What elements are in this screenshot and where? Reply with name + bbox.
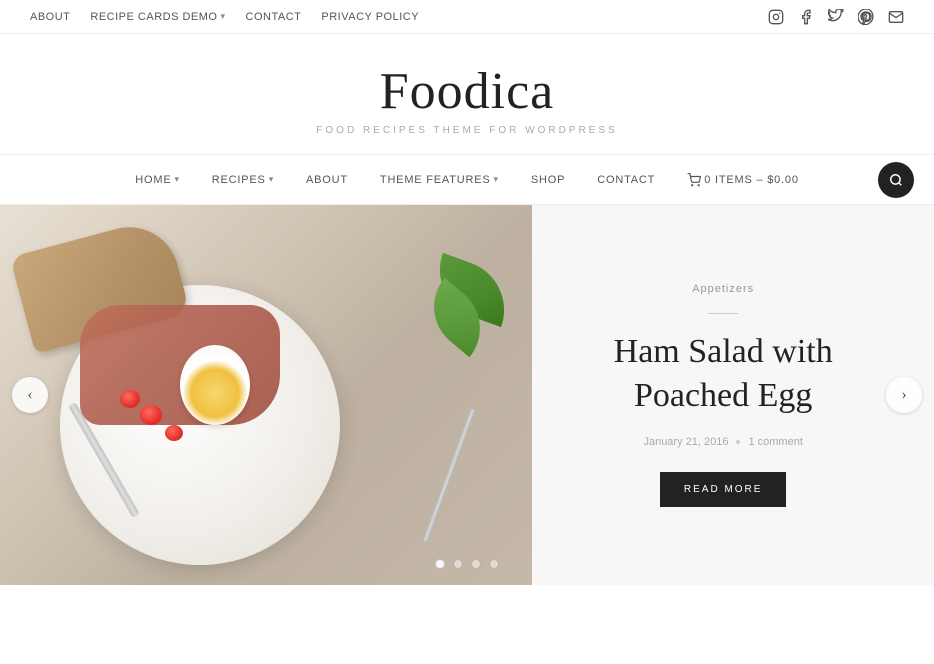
top-nav-contact[interactable]: CONTACT [246,11,302,23]
recipe-cards-dropdown-arrow: ▾ [220,11,225,22]
hero-meta: January 21, 2016 1 comment [643,436,802,448]
search-button[interactable] [878,162,914,198]
main-nav-about[interactable]: ABOUT [290,155,364,204]
cart-icon [687,173,701,187]
meat-pile [80,305,280,425]
hero-category: Appetizers [692,283,754,295]
slider-prev-button[interactable]: ‹ [12,377,48,413]
hero-content: Appetizers Ham Salad with Poached Egg Ja… [532,205,934,585]
home-dropdown-arrow: ▾ [174,174,179,185]
logo-area: Foodica FOOD RECIPES THEME FOR WORDPRESS [0,34,934,155]
slider-dot-3[interactable] [471,559,481,569]
slider-next-button[interactable]: › [886,377,922,413]
main-nav-home[interactable]: HOME ▾ [119,155,196,204]
food-image [0,205,532,585]
tomato-2 [165,425,183,441]
recipes-dropdown-arrow: ▾ [269,174,274,185]
site-title[interactable]: Foodica [0,62,934,121]
hero-title: Ham Salad with Poached Egg [552,330,894,418]
tomato-3 [120,390,140,408]
email-icon[interactable] [888,9,904,25]
top-navigation: ABOUT RECIPE CARDS DEMO ▾ CONTACT PRIVAC… [0,0,934,34]
instagram-icon[interactable] [768,9,784,25]
slider-dot-2[interactable] [453,559,463,569]
top-nav-about[interactable]: ABOUT [30,11,70,23]
social-icons [768,9,904,25]
read-more-button[interactable]: READ MORE [660,472,787,507]
slider-dots [435,559,499,569]
slider-dot-4[interactable] [489,559,499,569]
main-nav-contact[interactable]: CONTACT [581,155,671,204]
main-nav-links: HOME ▾ RECIPES ▾ ABOUT THEME FEATURES ▾ … [119,155,815,204]
hero-image [0,205,532,585]
main-nav-shop[interactable]: SHOP [515,155,581,204]
hero-comments: 1 comment [748,436,802,448]
meta-separator [736,440,740,444]
main-nav-theme-features[interactable]: THEME FEATURES ▾ [364,155,515,204]
top-nav-links: ABOUT RECIPE CARDS DEMO ▾ CONTACT PRIVAC… [30,11,419,23]
egg [180,345,250,425]
knife [423,408,477,542]
twitter-icon[interactable] [828,9,844,25]
top-nav-privacy[interactable]: PRIVACY POLICY [321,11,419,23]
site-tagline: FOOD RECIPES THEME FOR WORDPRESS [0,125,934,136]
hero-date: January 21, 2016 [643,436,728,448]
theme-features-dropdown-arrow: ▾ [494,174,499,185]
hero-divider [708,313,738,314]
facebook-icon[interactable] [798,9,814,25]
main-nav-cart[interactable]: 0 ITEMS – $0.00 [671,155,815,204]
slider-dot-1[interactable] [435,559,445,569]
hero-slider: ‹ Appetizers Ham Salad with Poached Egg … [0,205,934,585]
tomato-1 [140,405,162,425]
pinterest-icon[interactable] [858,9,874,25]
main-navigation: HOME ▾ RECIPES ▾ ABOUT THEME FEATURES ▾ … [0,155,934,205]
main-nav-recipes[interactable]: RECIPES ▾ [196,155,290,204]
top-nav-recipe-cards[interactable]: RECIPE CARDS DEMO ▾ [90,11,225,23]
